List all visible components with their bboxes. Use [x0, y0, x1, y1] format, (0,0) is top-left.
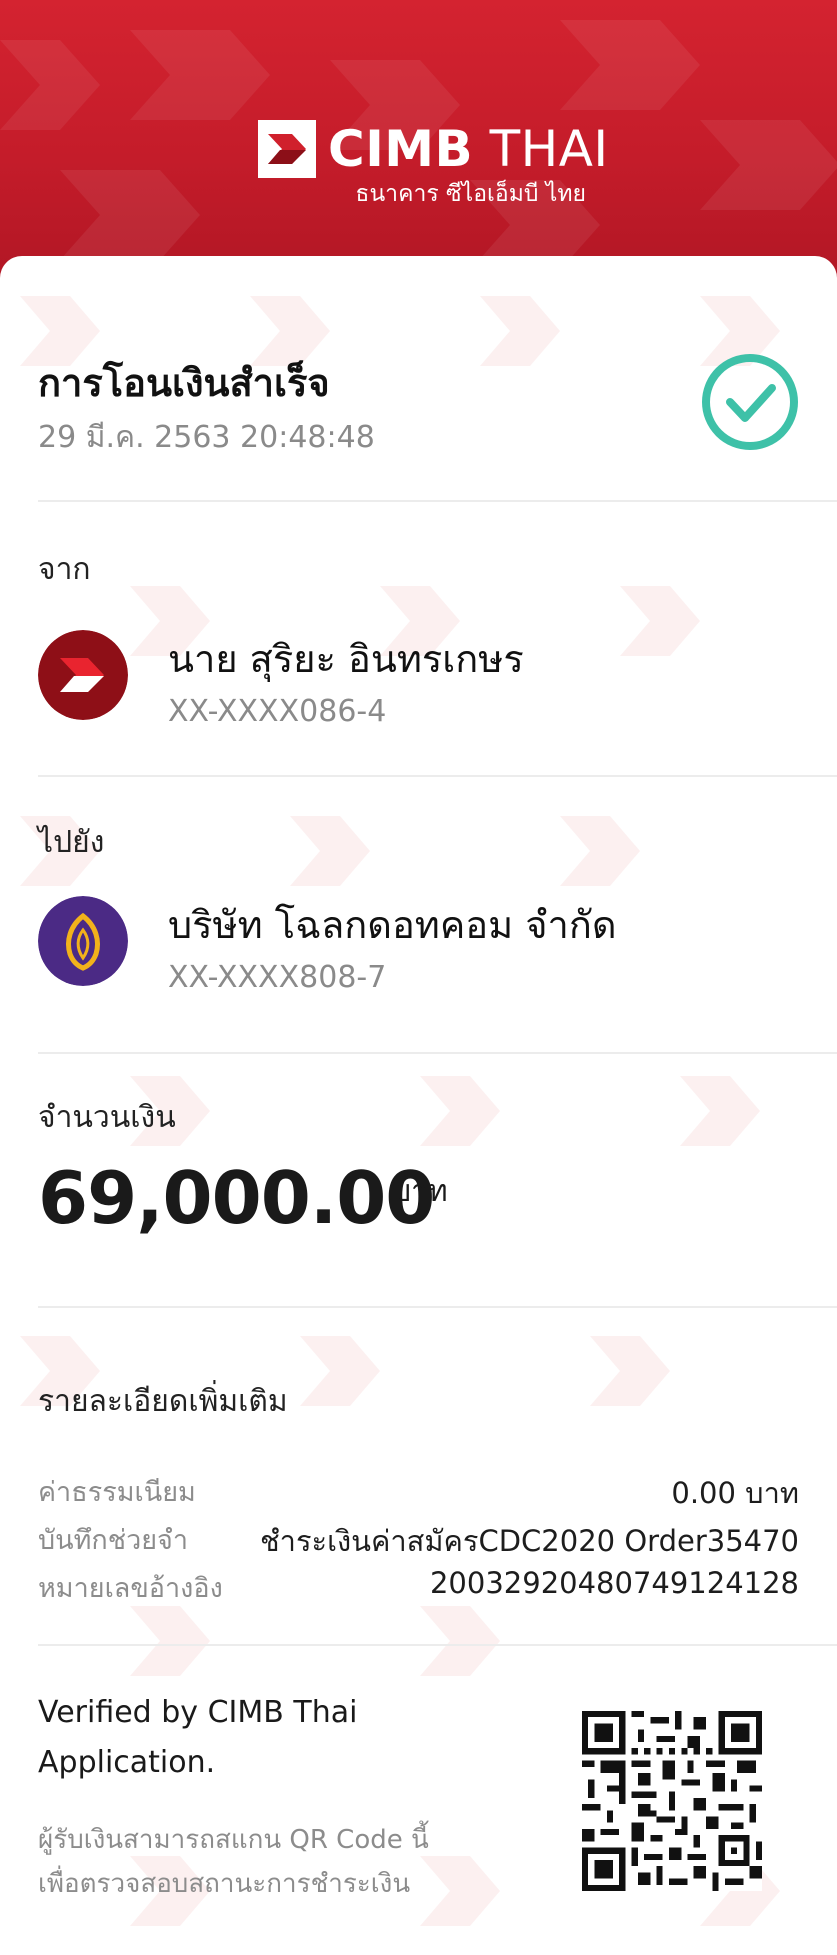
reference-value: 200329204807491241​28 [429, 1566, 799, 1600]
brand-thai-name: ธนาคาร ซีไอเอ็มบี ไทย [355, 181, 586, 207]
from-label: จาก [38, 552, 91, 587]
details-title: รายละเอียดเพิ่มเติม [38, 1384, 288, 1419]
verified-text: Verified by CIMB Thai Application. [38, 1695, 358, 1780]
divider [38, 500, 837, 502]
divider [38, 1306, 837, 1308]
sender-account: XX-XXXX086-4 [168, 694, 387, 729]
page-title: การโอนเงินสำเร็จ [38, 361, 330, 405]
check-circle-icon [702, 354, 798, 450]
recipient-account: XX-XXXX808-7 [168, 960, 387, 995]
scb-logo-icon [38, 896, 128, 986]
recipient-name: บริษัท โฉลกดอทคอม จำกัด [168, 903, 617, 947]
qr-note: ผู้รับเงินสามารถสแกน QR Code นี้ เพื่อตร… [38, 1825, 429, 1899]
divider [38, 775, 837, 777]
cimb-logo-icon [38, 630, 128, 720]
cimb-logo-icon [258, 120, 316, 178]
amount-unit: บาท [392, 1174, 448, 1209]
reference-label: หมายเลขอ้างอิง [38, 1573, 223, 1604]
memo-value: ชำระเงินค่าสมัครCDC2020 Order35470 [259, 1524, 799, 1558]
header-banner: CIMB THAI ธนาคาร ซีไอเอ็มบี ไทย [0, 0, 837, 290]
divider [38, 1644, 837, 1646]
divider [38, 1052, 837, 1054]
to-label: ไปยัง [38, 825, 105, 860]
sender-name: นาย สุริยะ อินทรเกษร [168, 637, 524, 681]
memo-label: บันทึกช่วยจำ [38, 1525, 189, 1556]
qr-code-icon [582, 1711, 762, 1891]
receipt-card: การโอนเงินสำเร็จ 29 มี.ค. 2563 20:48:48 … [0, 256, 837, 1955]
brand-name: CIMB THAI [328, 120, 609, 178]
amount-value: 69,000.00 [38, 1156, 435, 1240]
fee-label: ค่าธรรมเนียม [38, 1477, 196, 1508]
amount-label: จำนวนเงิน [38, 1100, 176, 1135]
transaction-datetime: 29 มี.ค. 2563 20:48:48 [38, 420, 375, 455]
fee-value: 0.00 บาท [671, 1476, 799, 1510]
cimb-thai-logo: CIMB THAI ธนาคาร ซีไอเอ็มบี ไทย [258, 120, 608, 210]
